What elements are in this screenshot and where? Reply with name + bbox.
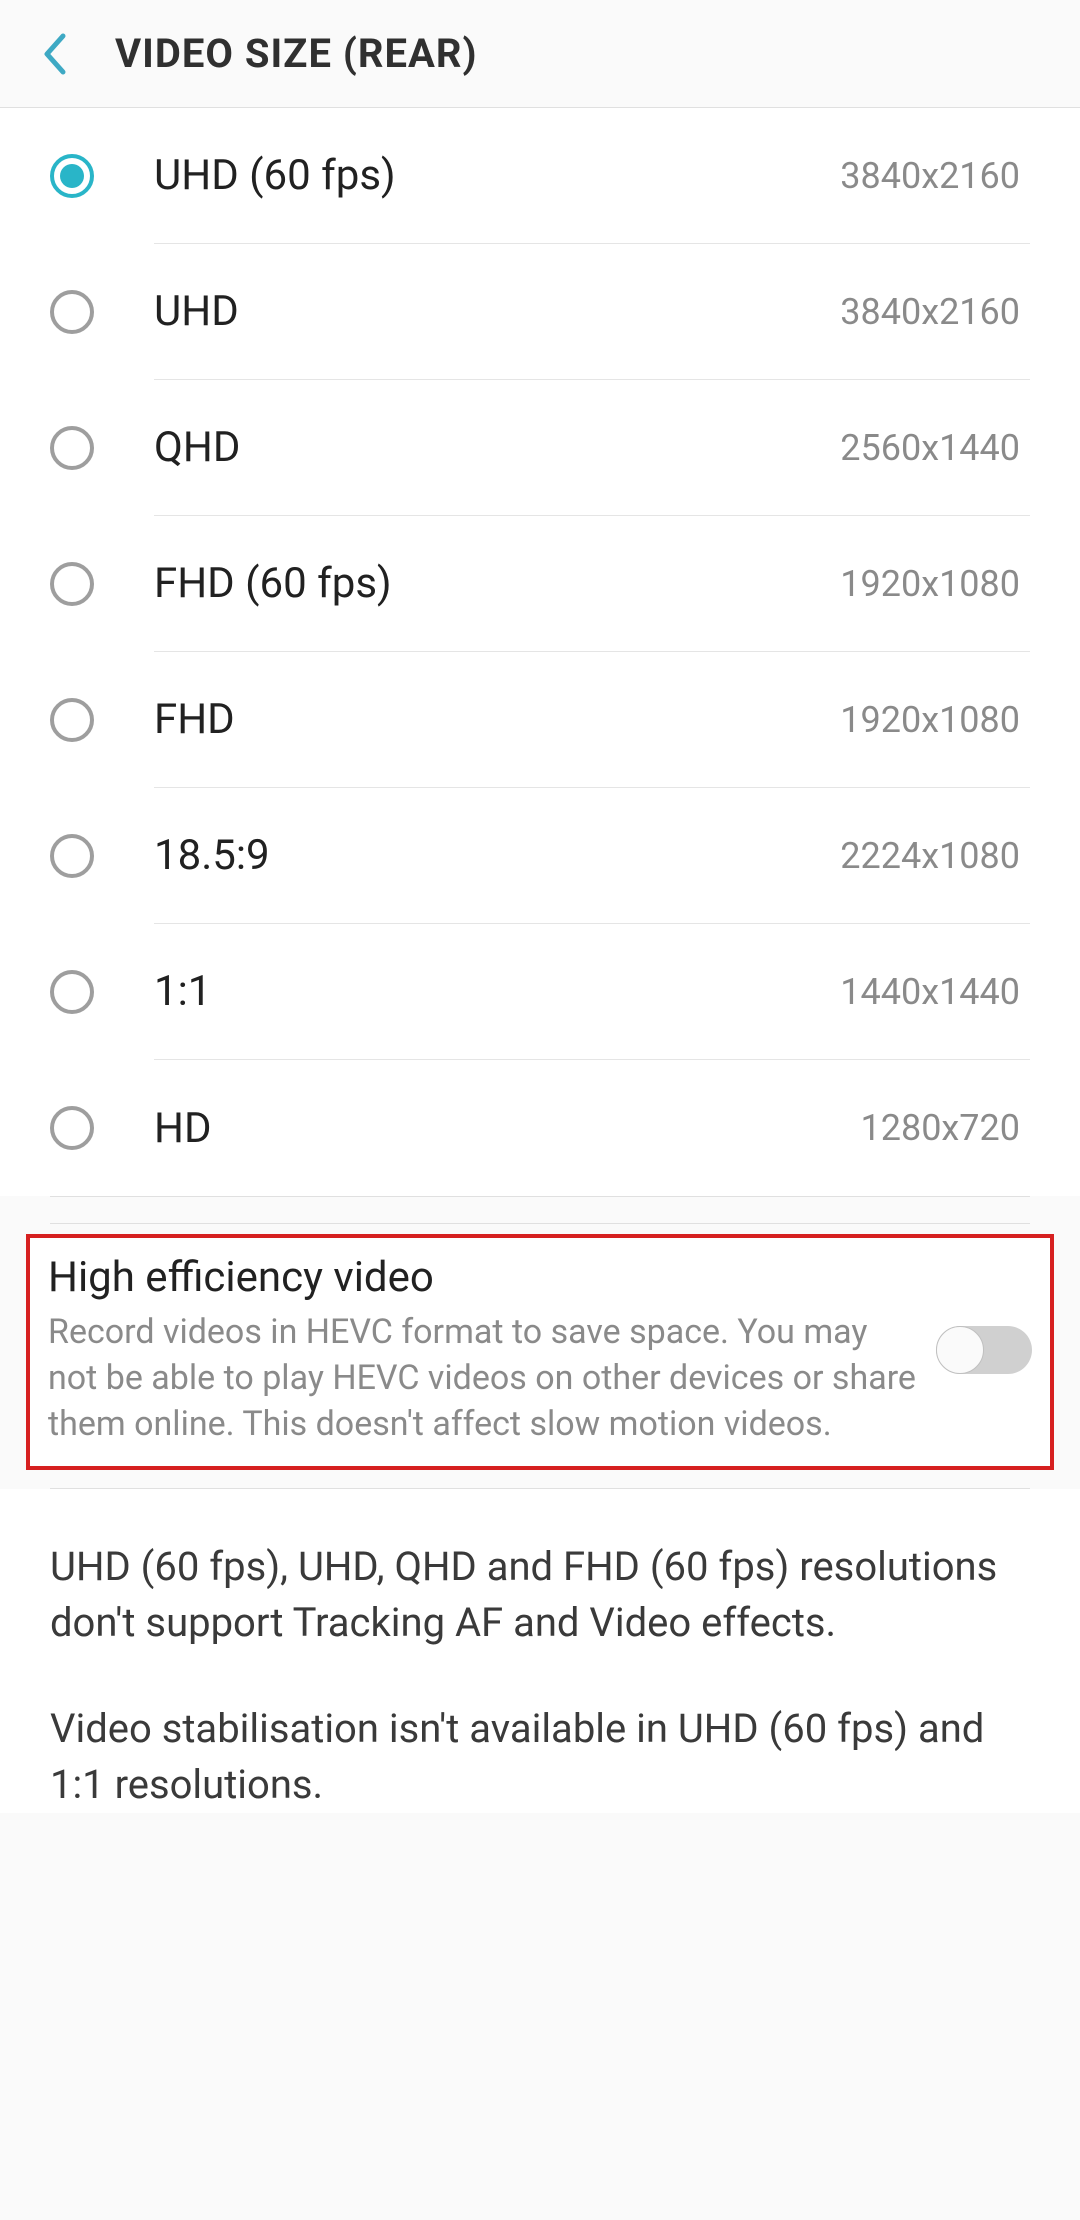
back-button[interactable]	[35, 34, 75, 74]
option-label: FHD	[154, 695, 840, 744]
option-fhd-60[interactable]: FHD (60 fps) 1920x1080	[50, 516, 1030, 652]
chevron-left-icon	[41, 32, 69, 76]
option-resolution: 3840x2160	[840, 155, 1030, 197]
hevc-toggle[interactable]	[936, 1326, 1032, 1374]
option-label: 1:1	[154, 967, 840, 1016]
radio-icon	[50, 562, 94, 606]
radio-selected-icon	[50, 154, 94, 198]
option-qhd[interactable]: QHD 2560x1440	[50, 380, 1030, 516]
option-uhd-60[interactable]: UHD (60 fps) 3840x2160	[50, 108, 1030, 244]
option-hd[interactable]: HD 1280x720	[50, 1060, 1030, 1196]
option-resolution: 1920x1080	[840, 563, 1030, 605]
option-uhd[interactable]: UHD 3840x2160	[50, 244, 1030, 380]
hevc-description: Record videos in HEVC format to save spa…	[48, 1310, 916, 1448]
toggle-knob-icon	[936, 1326, 984, 1374]
option-label: HD	[154, 1104, 861, 1153]
option-resolution: 2560x1440	[840, 427, 1030, 469]
option-label: FHD (60 fps)	[154, 559, 840, 608]
section-divider	[50, 1196, 1030, 1224]
option-resolution: 3840x2160	[840, 291, 1030, 333]
option-resolution: 1280x720	[861, 1107, 1031, 1149]
video-size-list: UHD (60 fps) 3840x2160 UHD 3840x2160 QHD…	[0, 108, 1080, 1196]
option-fhd[interactable]: FHD 1920x1080	[50, 652, 1030, 788]
option-label: UHD	[154, 287, 840, 336]
radio-icon	[50, 426, 94, 470]
radio-icon	[50, 698, 94, 742]
option-resolution: 1440x1440	[840, 971, 1030, 1013]
option-label: UHD (60 fps)	[154, 151, 840, 200]
high-efficiency-video-row[interactable]: High efficiency video Record videos in H…	[26, 1234, 1054, 1470]
radio-icon	[50, 834, 94, 878]
info-section: UHD (60 fps), UHD, QHD and FHD (60 fps) …	[0, 1489, 1080, 1813]
option-1to1[interactable]: 1:1 1440x1440	[50, 924, 1030, 1060]
radio-icon	[50, 1106, 94, 1150]
option-1859[interactable]: 18.5:9 2224x1080	[50, 788, 1030, 924]
option-label: 18.5:9	[154, 831, 840, 880]
radio-icon	[50, 970, 94, 1014]
info-paragraph-1: UHD (60 fps), UHD, QHD and FHD (60 fps) …	[50, 1539, 1030, 1651]
option-resolution: 1920x1080	[840, 699, 1030, 741]
option-label: QHD	[154, 423, 840, 472]
header: VIDEO SIZE (REAR)	[0, 0, 1080, 108]
radio-icon	[50, 290, 94, 334]
page-title: VIDEO SIZE (REAR)	[115, 30, 478, 77]
option-resolution: 2224x1080	[840, 835, 1030, 877]
hevc-title: High efficiency video	[48, 1253, 916, 1302]
info-paragraph-2: Video stabilisation isn't available in U…	[50, 1701, 1030, 1813]
